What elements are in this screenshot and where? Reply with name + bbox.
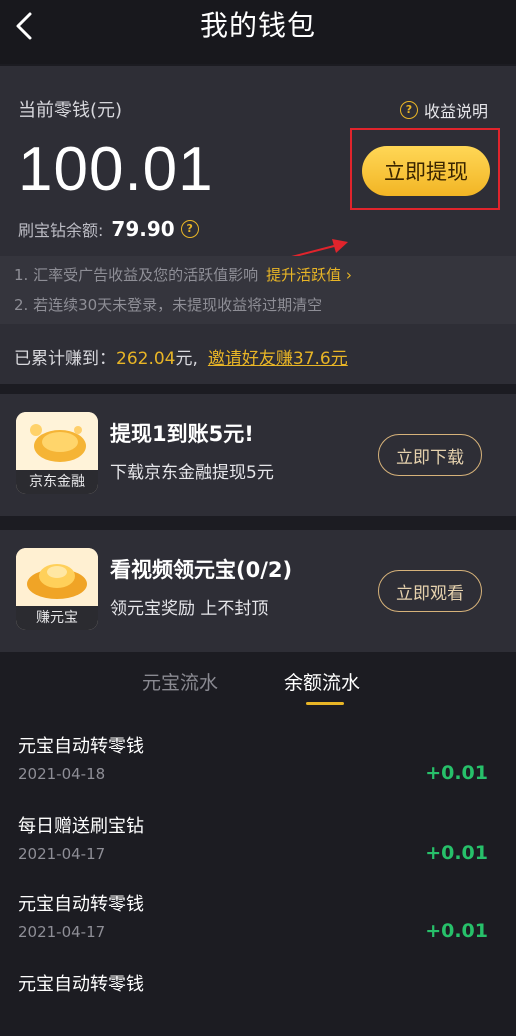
record-title: 每日赠送刷宝钻 [18,816,144,837]
promo-title: 看视频领元宝(0/2) [110,558,293,582]
record-amount: +0.01 [425,762,488,784]
brush-diamond-label: 刷宝钻余额: [18,221,104,240]
chevron-right-icon: › [345,266,352,284]
promo-subtitle: 下载京东金融提现5元 [110,463,274,483]
record-date: 2021-04-17 [18,845,106,863]
header: 我的钱包 [0,0,516,64]
total-earned-row: 已累计赚到：262.04元, 邀请好友赚37.6元 [14,344,348,369]
promo-icon-caption: 赚元宝 [16,606,98,630]
promo-title: 提现1到账5元! [110,422,254,446]
list-item: 元宝自动转零钱 2021-04-17 +0.01 [0,878,516,956]
list-item: 元宝自动转零钱 [0,958,516,1036]
record-amount: +0.01 [425,920,488,942]
withdraw-button[interactable]: 立即提现 [362,146,490,196]
wallet-card: 当前零钱(元) ? 收益说明 100.01 立即提现 刷宝钻余额: 79.90 … [0,66,516,384]
tab-ingot-flow[interactable]: 元宝流水 [142,668,218,695]
record-title: 元宝自动转零钱 [18,736,144,757]
income-explanation-label: 收益说明 [423,102,488,121]
gold-ingot-icon [16,412,98,470]
promo-icon-caption: 京东金融 [16,470,98,494]
note-exchange-rate: 1. 汇率受广告收益及您的活跃值影响 提升活跃值 › [14,264,352,285]
record-date: 2021-04-18 [18,765,106,783]
income-explanation-link[interactable]: ? 收益说明 [399,98,488,122]
brush-diamond-balance: 刷宝钻余额: 79.90 ? [18,217,199,241]
earn-ingot-app-icon[interactable]: 赚元宝 [16,548,98,630]
promo-card-earn-ingot: 赚元宝 看视频领元宝(0/2) 领元宝奖励 上不封顶 立即观看 [0,530,516,652]
balance-label: 当前零钱(元) [18,100,123,121]
invite-friends-link[interactable]: 邀请好友赚37.6元 [208,349,348,369]
promo-subtitle: 领元宝奖励 上不封顶 [110,599,269,619]
record-title: 元宝自动转零钱 [18,894,144,915]
balance-amount: 100.01 [18,135,214,204]
flow-tabs: 元宝流水 余额流水 [0,652,516,710]
jd-finance-app-icon[interactable]: 京东金融 [16,412,98,494]
gold-ingot-icon [16,548,98,606]
brush-diamond-value: 79.90 [111,217,175,241]
record-date: 2021-04-17 [18,923,106,941]
question-icon[interactable]: ? [180,220,199,238]
total-earned-unit: 元, [175,349,198,369]
record-title: 元宝自动转零钱 [18,974,144,995]
list-item: 每日赠送刷宝钻 2021-04-17 +0.01 [0,800,516,878]
page-title: 我的钱包 [199,9,316,42]
active-tab-indicator [306,702,344,705]
note-expiry: 2. 若连续30天未登录，未提现收益将过期清空 [14,296,323,314]
question-icon: ? [399,101,418,119]
note-exchange-rate-text: 1. 汇率受广告收益及您的活跃值影响 [14,266,259,284]
notes-panel: 1. 汇率受广告收益及您的活跃值影响 提升活跃值 › 2. 若连续30天未登录，未… [0,256,516,324]
download-button[interactable]: 立即下载 [378,434,482,476]
promo-card-jd-finance: 京东金融 提现1到账5元! 下载京东金融提现5元 立即下载 [0,394,516,516]
total-earned-label: 已累计赚到： [14,349,116,369]
watch-button[interactable]: 立即观看 [378,570,482,612]
boost-activity-label: 提升活跃值 [266,266,342,284]
tab-balance-flow[interactable]: 余额流水 [284,668,360,695]
boost-activity-link[interactable]: 提升活跃值 › [266,266,352,284]
total-earned-value: 262.04 [116,349,176,369]
record-amount: +0.01 [425,842,488,864]
list-item: 元宝自动转零钱 2021-04-18 +0.01 [0,720,516,798]
